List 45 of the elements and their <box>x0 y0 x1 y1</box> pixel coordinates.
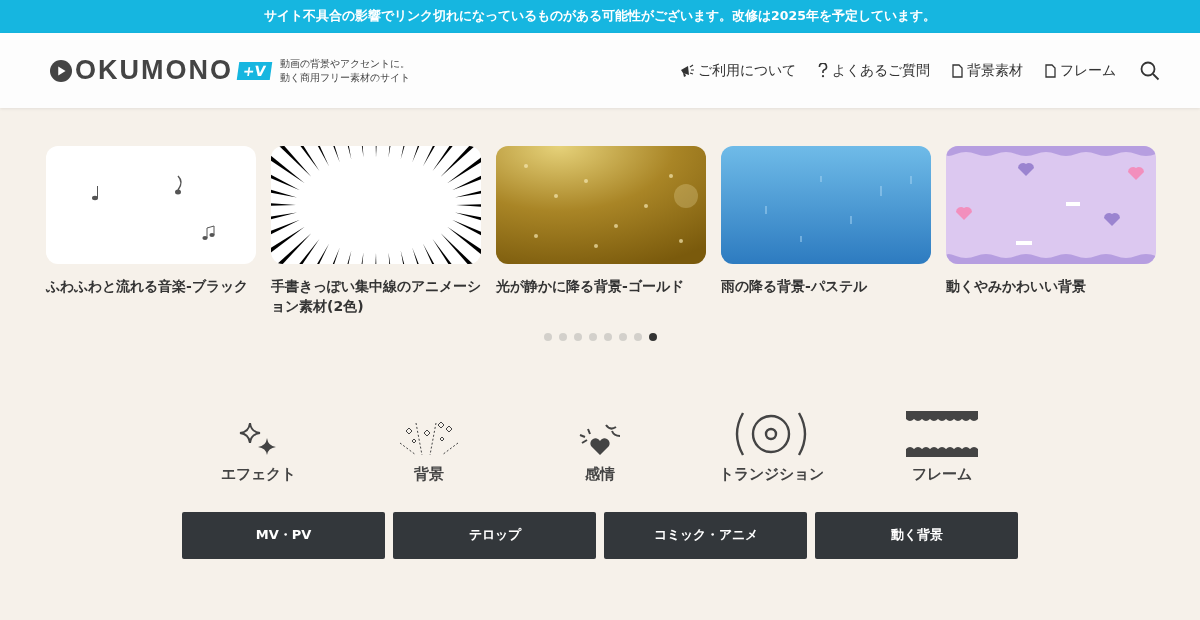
carousel-dot[interactable] <box>574 332 582 341</box>
material-card[interactable]: 雨の降る背景-パステル <box>721 146 931 317</box>
document-icon <box>952 63 963 78</box>
document-icon <box>1045 63 1056 78</box>
search-icon[interactable] <box>1140 60 1160 81</box>
nav-link[interactable]: ご利用について <box>680 61 796 80</box>
card-title: 光が静かに降る背景-ゴールド <box>496 277 685 296</box>
category-link[interactable]: トランジション <box>685 408 857 484</box>
nav-link[interactable]: よくあるご質問 <box>818 61 930 80</box>
logo-text: OKUMONO <box>75 55 233 86</box>
card-title: 手書きっぽい集中線のアニメーション素材(2色) <box>271 277 481 317</box>
material-card[interactable]: 光が静かに降る背景-ゴールド <box>496 146 706 317</box>
frame-icon <box>906 410 978 457</box>
site-logo[interactable]: OKUMONO +V 動画の背景やアクセントに。 動く商用フリー素材のサイト <box>50 55 410 86</box>
category-button[interactable]: MV・PV <box>182 511 385 559</box>
notice-text: サイト不具合の影響でリンク切れになっているものがある可能性がございます。改修は2025年を予定しています。 <box>264 8 936 25</box>
carousel-dot[interactable] <box>619 332 627 341</box>
carousel-dot[interactable] <box>589 332 597 341</box>
target-icon <box>735 410 807 457</box>
confetti-icon <box>398 420 460 457</box>
logo-badge: +V <box>236 61 272 80</box>
carousel-dot[interactable] <box>559 332 567 341</box>
category-button[interactable]: 動く背景 <box>815 511 1018 559</box>
megaphone-icon <box>680 63 694 78</box>
category-button[interactable]: コミック・アニメ <box>604 511 807 559</box>
card-title: 動くやみかわいい背景 <box>946 277 1087 296</box>
material-card[interactable]: ふわふわと流れる音楽-ブラック <box>46 146 256 317</box>
tagline-text: 動く商用フリー素材のサイト <box>279 70 410 84</box>
category-link[interactable]: 感情 <box>514 408 686 484</box>
nav-link[interactable]: 背景素材 <box>952 61 1023 80</box>
carousel-dot[interactable] <box>634 332 642 341</box>
material-card[interactable]: 動くやみかわいい背景 <box>946 146 1156 317</box>
category-link[interactable]: 背景 <box>343 408 515 484</box>
play-icon <box>50 59 72 82</box>
category-button[interactable]: テロップ <box>393 511 596 559</box>
nav-link[interactable]: フレーム <box>1045 61 1116 80</box>
category-link[interactable]: エフェクト <box>172 408 344 484</box>
card-title: ふわふわと流れる音楽-ブラック <box>46 277 249 296</box>
tagline-text: 動画の背景やアクセントに。 <box>279 57 410 71</box>
carousel-dot[interactable] <box>544 332 552 341</box>
card-title: 雨の降る背景-パステル <box>721 277 868 296</box>
category-link[interactable]: フレーム <box>856 408 1028 484</box>
carousel-dot[interactable] <box>604 332 612 341</box>
question-icon <box>818 63 828 78</box>
carousel-dot[interactable] <box>649 332 657 341</box>
